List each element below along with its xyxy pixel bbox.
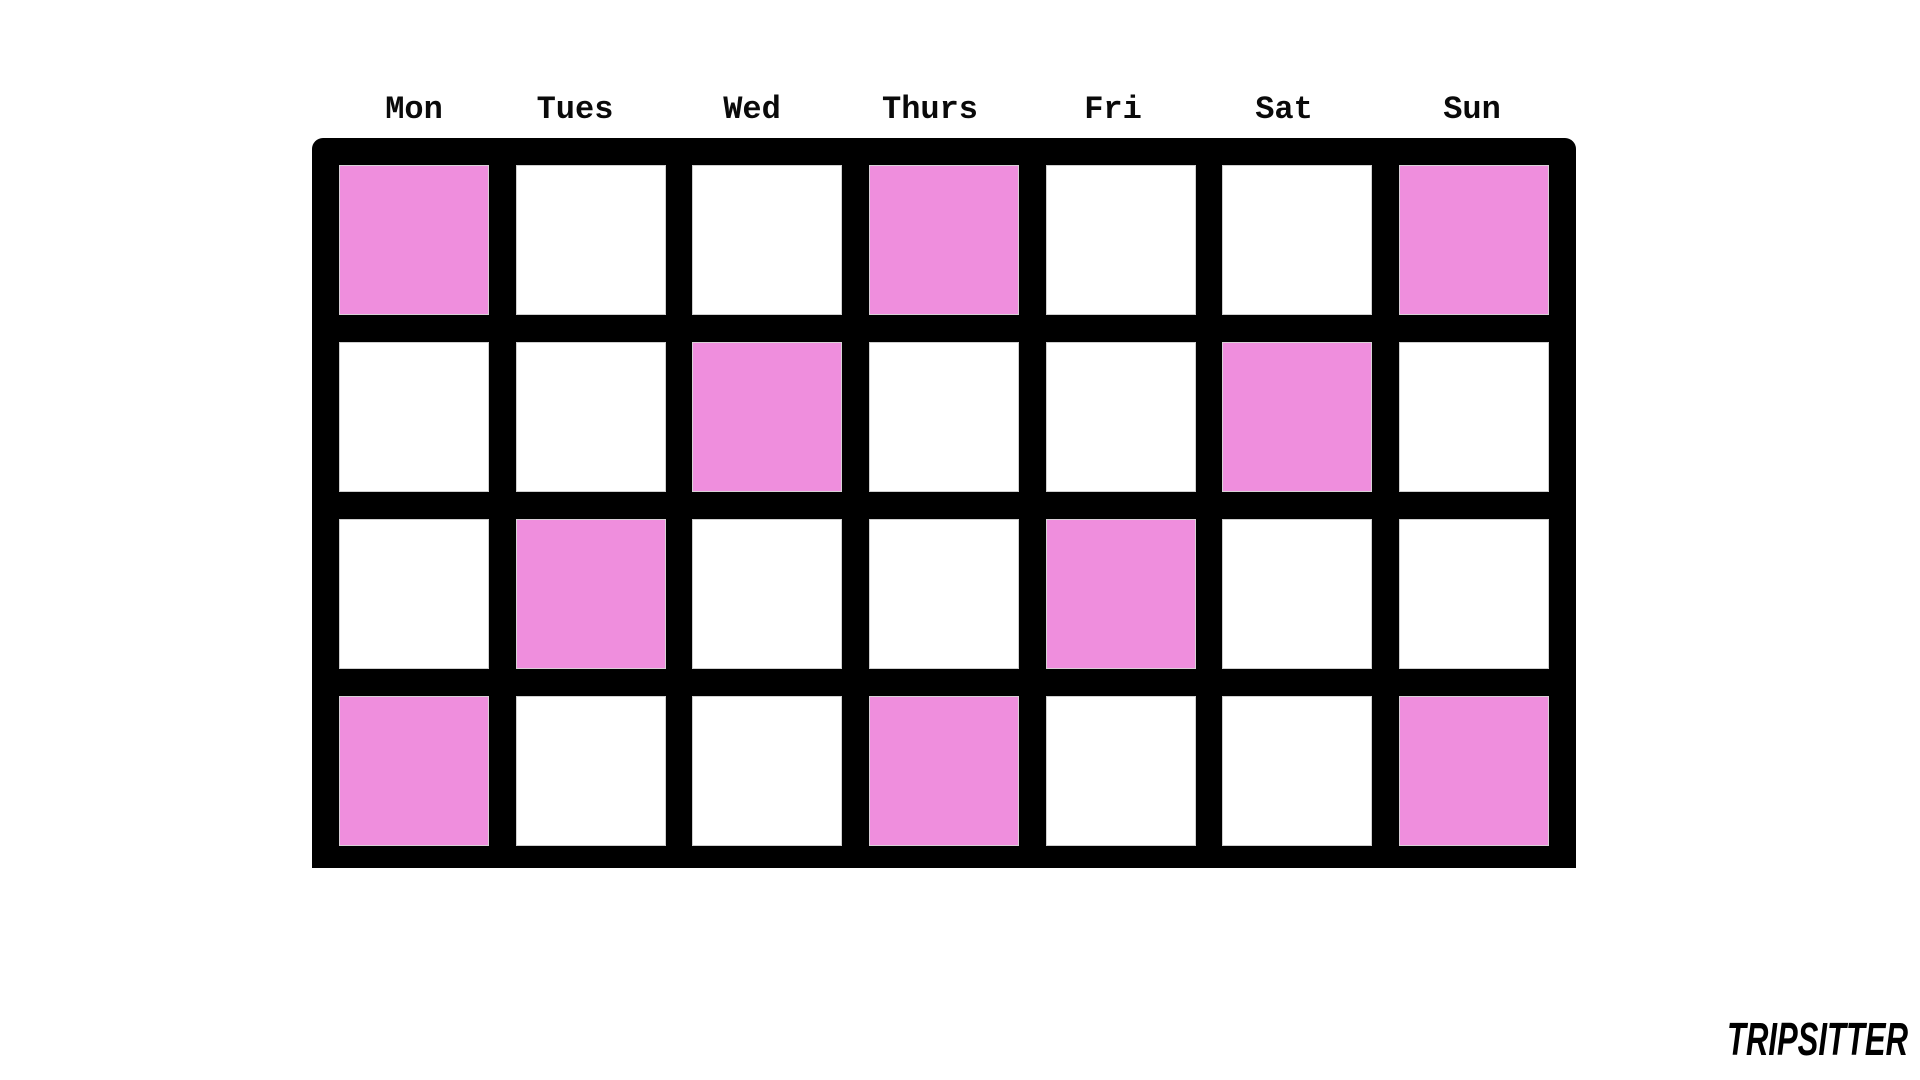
calendar-cell-week1-mon-marked [339, 165, 489, 315]
calendar-cell-week3-tues-marked [516, 519, 666, 669]
tripsitter-wordmark: TRIPSITTER [1727, 1014, 1908, 1062]
calendar-canvas: Mon Tues Wed Thurs Fri Sat Sun TRIPSITTE… [0, 0, 1920, 1080]
calendar-cell-week2-fri [1046, 342, 1196, 492]
calendar-cell-week1-sun-marked [1399, 165, 1549, 315]
day-label-mon: Mon [385, 91, 443, 128]
calendar-grid [312, 138, 1576, 868]
calendar-cell-week1-fri [1046, 165, 1196, 315]
calendar-cell-week2-sun [1399, 342, 1549, 492]
calendar-cell-week1-sat [1222, 165, 1372, 315]
calendar-cell-week3-wed [692, 519, 842, 669]
calendar-cell-week4-fri [1046, 696, 1196, 846]
calendar-cell-week4-sun-marked [1399, 696, 1549, 846]
day-label-thurs: Thurs [881, 91, 978, 128]
calendar-cell-week1-wed [692, 165, 842, 315]
calendar-cell-week4-thurs-marked [869, 696, 1019, 846]
calendar-cell-week1-thurs-marked [869, 165, 1019, 315]
calendar-cell-week2-thurs [869, 342, 1019, 492]
calendar-cell-week2-mon [339, 342, 489, 492]
day-label-fri: Fri [1084, 91, 1142, 128]
logo-text: TRIPSITTER [1727, 1014, 1908, 1062]
day-label-sat: Sat [1255, 91, 1313, 128]
calendar-cell-week4-mon-marked [339, 696, 489, 846]
calendar-cell-week2-sat-marked [1222, 342, 1372, 492]
calendar-cell-week2-wed-marked [692, 342, 842, 492]
calendar-cell-week3-fri-marked [1046, 519, 1196, 669]
calendar-cell-week2-tues [516, 342, 666, 492]
calendar-cell-week3-mon [339, 519, 489, 669]
tripsitter-logo: TRIPSITTER [1727, 1014, 1910, 1062]
calendar-cell-week4-wed [692, 696, 842, 846]
calendar-cell-week3-thurs [869, 519, 1019, 669]
calendar-cell-week3-sat [1222, 519, 1372, 669]
day-label-tues: Tues [536, 91, 614, 128]
day-label-sun: Sun [1443, 91, 1501, 128]
calendar-cell-week4-sat [1222, 696, 1372, 846]
calendar-cell-week3-sun [1399, 519, 1549, 669]
calendar-cell-week1-tues [516, 165, 666, 315]
calendar-cell-week4-tues [516, 696, 666, 846]
day-label-wed: Wed [723, 91, 781, 128]
